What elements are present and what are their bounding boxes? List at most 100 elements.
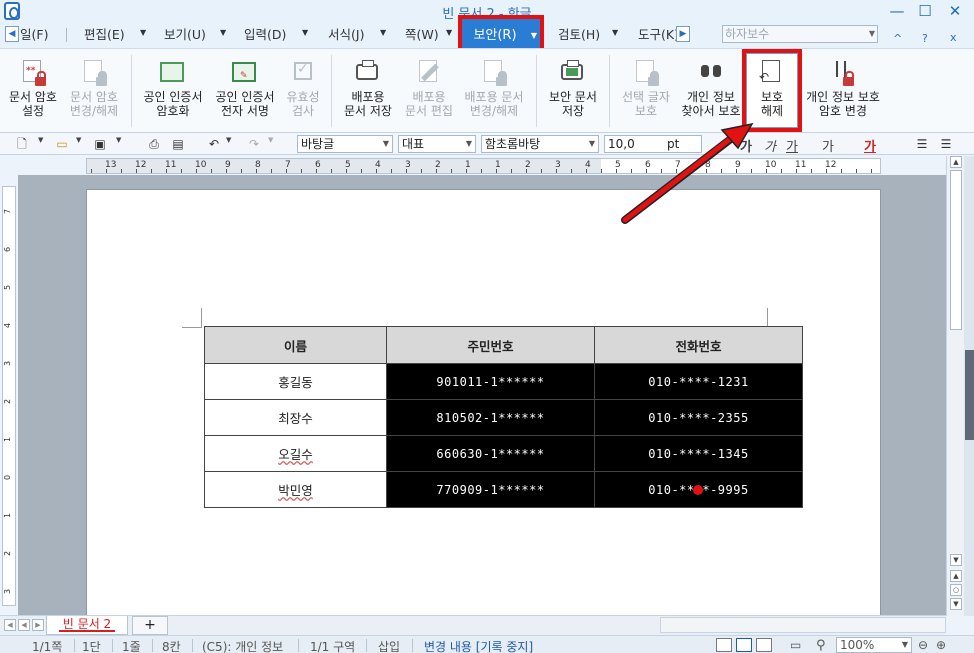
set-document-password-button[interactable]: ** 문서 암호 설정 (2, 49, 64, 133)
font-size-select[interactable]: 10,0 pt (604, 135, 702, 153)
save-icon[interactable]: ▣ (92, 136, 108, 152)
zoom-out-icon[interactable]: ⊖ (918, 638, 928, 652)
font-select[interactable]: 함초롬바탕 ▼ (481, 135, 599, 153)
menu-review-dropdown-icon[interactable]: ▼ (612, 28, 622, 40)
menu-edit[interactable]: 편집(E) (84, 26, 125, 44)
status-mode[interactable]: 삽입 (378, 638, 400, 653)
align-justify-icon[interactable]: ☰ (914, 136, 930, 152)
menu-insert[interactable]: 입력(D) (244, 26, 286, 44)
menu-tools[interactable]: 도구(K) (638, 26, 679, 44)
save-secure-document-button[interactable]: 보안 문서 저장 (542, 49, 604, 133)
menu-view[interactable]: 보기(U) (164, 26, 206, 44)
new-dropdown-icon[interactable]: ▼ (38, 136, 43, 144)
zoom-in-icon[interactable]: ⊕ (936, 638, 946, 652)
find-protect-personal-info-button[interactable]: 개인 정보 찾아서 보호 (678, 49, 744, 133)
zoom-select[interactable]: 100% ▼ (836, 637, 912, 653)
cell-phone[interactable]: 010-****-1345 (594, 435, 803, 472)
status-track-changes[interactable]: 변경 내용 [기록 중지] (424, 638, 533, 653)
page-up-icon[interactable]: ▲ (950, 570, 962, 582)
scroll-thumb[interactable] (950, 170, 962, 330)
undo-icon[interactable]: ↶ (206, 136, 222, 152)
cell-phone-selected[interactable]: 010-****-9995 (594, 471, 803, 508)
menu-review[interactable]: 검토(H) (558, 26, 600, 44)
menu-page[interactable]: 쪽(W) (405, 26, 439, 44)
open-dropdown-icon[interactable]: ▼ (76, 136, 81, 144)
new-document-icon[interactable]: 🗋 (14, 136, 30, 152)
menu-edit-dropdown-icon[interactable]: ▼ (140, 28, 150, 40)
cell-id[interactable]: 901011-1****** (386, 363, 595, 400)
cell-name[interactable]: 박민영 (204, 471, 387, 508)
save-dropdown-icon[interactable]: ▼ (116, 136, 121, 144)
italic-button[interactable]: 가 (764, 136, 776, 155)
preview-icon[interactable]: ▤ (170, 136, 186, 152)
change-distribution-button[interactable]: 배포용 문서 변경/해제 (459, 49, 529, 133)
open-folder-icon[interactable]: ▭ (54, 136, 70, 152)
cell-phone[interactable]: 010-****-1231 (594, 363, 803, 400)
document-area[interactable]: 이름 주민번호 전화번호 홍길동 901011-1****** 010-****… (18, 175, 946, 615)
cell-name[interactable]: 최장수 (204, 399, 387, 436)
zoom-search-icon[interactable]: ⚲ (816, 638, 826, 653)
save-distribution-button[interactable]: 배포용 문서 저장 (337, 49, 399, 133)
menu-format-dropdown-icon[interactable]: ▼ (380, 28, 390, 40)
view-two-page-icon[interactable] (756, 638, 772, 652)
cell-id[interactable]: 810502-1****** (386, 399, 595, 436)
tab-prev-icon[interactable]: ◀ (18, 619, 30, 631)
protect-selection-button[interactable]: 선택 글자 보호 (614, 49, 678, 133)
search-input[interactable]: 하자보수 ▼ (722, 25, 878, 43)
horizontal-scrollbar[interactable] (660, 617, 946, 633)
cell-name[interactable]: 오길수 (204, 435, 387, 472)
vertical-scrollbar[interactable]: ▲ ▼ ▲ ○ ▼ (946, 156, 964, 616)
certificate-encrypt-button[interactable]: 공인 인증서 암호화 (138, 49, 208, 133)
view-page-icon[interactable] (736, 638, 752, 652)
close-document-icon[interactable]: x (950, 31, 957, 44)
browse-object-icon[interactable]: ○ (950, 584, 962, 596)
menu-page-dropdown-icon[interactable]: ▼ (446, 28, 456, 40)
close-button[interactable]: ✕ (940, 0, 970, 22)
personal-info-table[interactable]: 이름 주민번호 전화번호 홍길동 901011-1****** 010-****… (204, 326, 803, 508)
header-id[interactable]: 주민번호 (386, 326, 595, 364)
page-down-icon[interactable]: ▼ (950, 598, 962, 610)
collapse-ribbon-icon[interactable]: ^ (893, 32, 902, 45)
tab-first-icon[interactable]: ◀ (4, 619, 16, 631)
align-left-icon[interactable]: ☰ (938, 136, 954, 152)
bold-button[interactable]: 가 (740, 136, 752, 155)
redo-icon[interactable]: ↷ (246, 136, 262, 152)
strike-button[interactable]: 가 (822, 136, 834, 155)
certificate-sign-button[interactable]: ✎ 공인 인증서 전자 서명 (210, 49, 280, 133)
menu-scroll-left-icon[interactable]: ◀ (5, 26, 19, 42)
document-tab[interactable]: 빈 문서 2 (46, 616, 128, 635)
undo-dropdown-icon[interactable]: ▼ (226, 136, 231, 144)
menu-file[interactable]: 일(F) (20, 26, 48, 44)
validate-button[interactable]: ✓ 유효성 검사 (280, 49, 326, 133)
cell-phone[interactable]: 010-****-2355 (594, 399, 803, 436)
menu-format[interactable]: 서식(J) (328, 26, 364, 44)
search-dropdown-icon[interactable]: ▼ (869, 26, 875, 42)
document-page[interactable]: 이름 주민번호 전화번호 홍길동 901011-1****** 010-****… (86, 189, 881, 615)
print-icon[interactable]: ⎙ (146, 136, 162, 152)
change-document-password-button[interactable]: 문서 암호 변경/해제 (64, 49, 124, 133)
change-privacy-password-button[interactable]: 개인 정보 보호 암호 변경 (800, 49, 886, 133)
cell-id[interactable]: 660630-1****** (386, 435, 595, 472)
minimize-button[interactable]: — (882, 0, 912, 22)
view-fit-icon[interactable]: ▭ (790, 638, 801, 652)
scroll-down-icon[interactable]: ▼ (950, 554, 962, 566)
vertical-ruler[interactable]: 7 6 5 4 3 2 1 0 1 2 3 (2, 186, 16, 606)
language-select[interactable]: 대표 ▼ (398, 135, 476, 153)
cell-id[interactable]: 770909-1****** (386, 471, 595, 508)
maximize-button[interactable]: ☐ (910, 0, 940, 22)
menu-insert-dropdown-icon[interactable]: ▼ (302, 28, 312, 40)
scroll-up-icon[interactable]: ▲ (950, 156, 962, 168)
header-phone[interactable]: 전화번호 (594, 326, 803, 364)
redo-dropdown-icon[interactable]: ▼ (268, 136, 273, 144)
cell-name[interactable]: 홍길동 (204, 363, 387, 400)
horizontal-ruler[interactable]: 13 12 11 10 9 8 7 6 5 4 3 2 1 1 2 3 4 5 6 7 8 9 10 11 12 (86, 158, 881, 174)
tab-next-icon[interactable]: ▶ (32, 619, 44, 631)
font-color-button[interactable]: 가 (864, 136, 876, 155)
side-panel-toggle[interactable] (965, 350, 974, 440)
add-document-tab-button[interactable]: + (132, 616, 168, 635)
underline-button[interactable]: 가 (786, 136, 798, 155)
edit-distribution-button[interactable]: 배포용 문서 편집 (399, 49, 459, 133)
menu-scroll-right-icon[interactable]: ▶ (676, 26, 690, 42)
help-icon[interactable]: ? (922, 32, 928, 45)
header-name[interactable]: 이름 (204, 326, 387, 364)
